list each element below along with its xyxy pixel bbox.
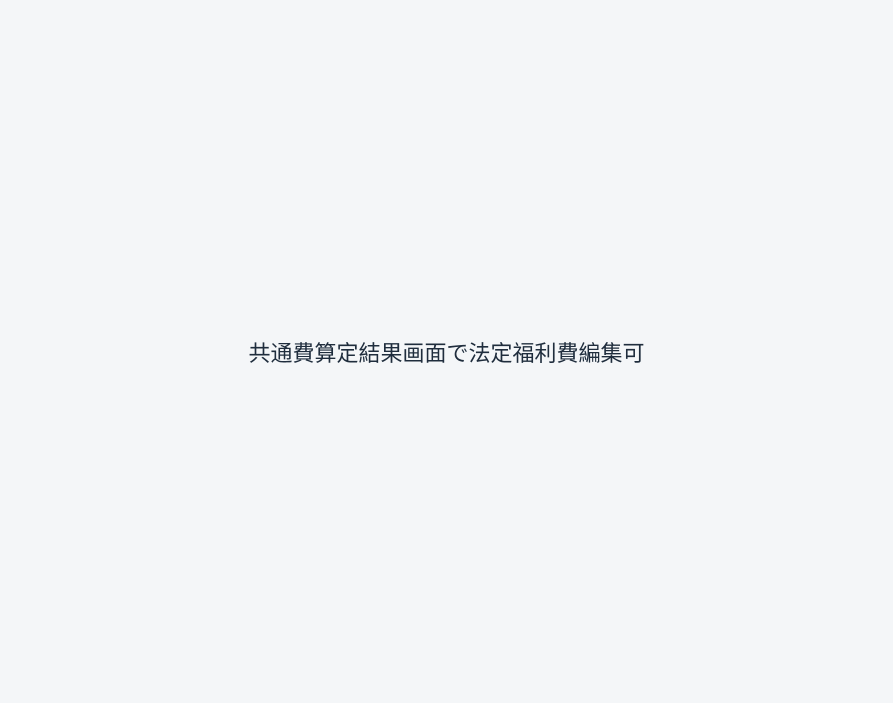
caption: 共通費算定結果画面で法定福利費編集可	[248, 341, 645, 367]
